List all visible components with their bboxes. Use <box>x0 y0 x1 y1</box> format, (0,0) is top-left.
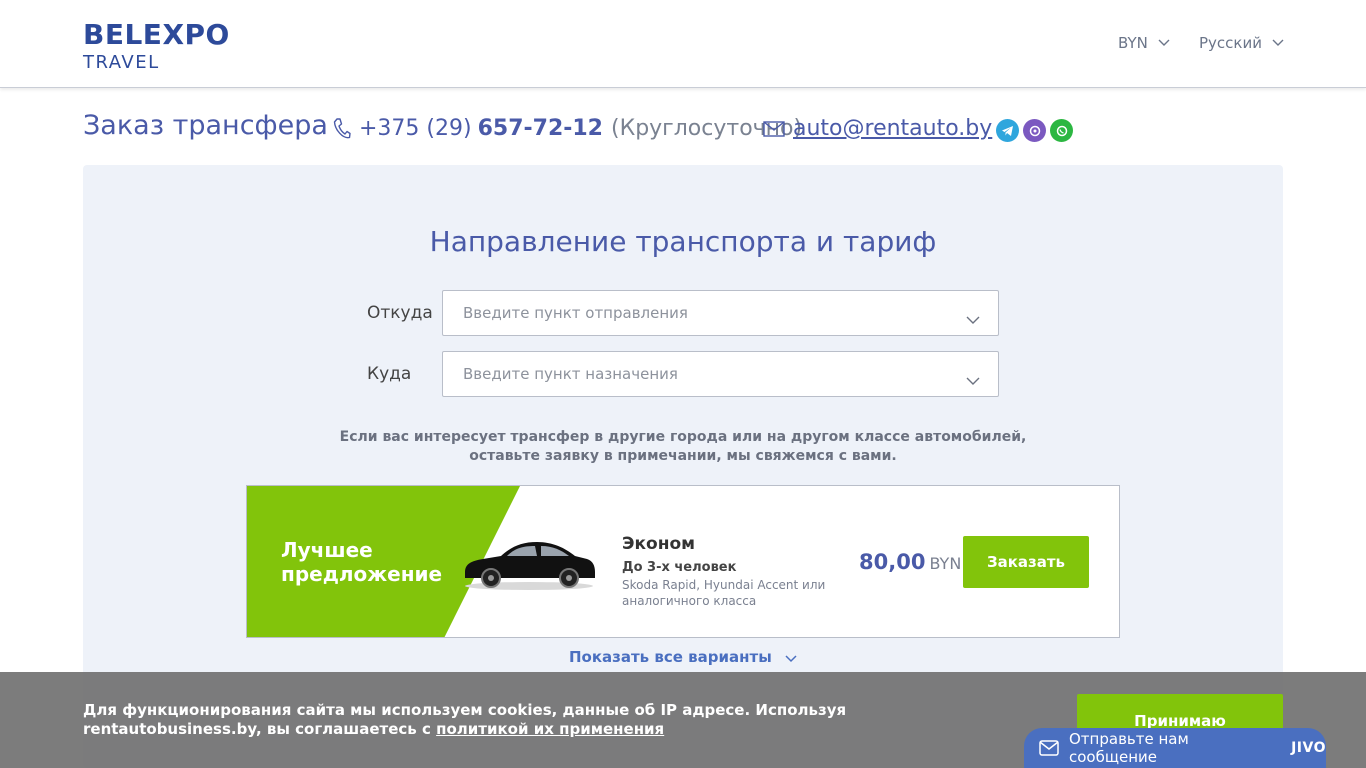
best-offer-card: Лучшее предложение Эконом До 3-х человек… <box>246 485 1120 638</box>
show-all-label: Показать все варианты <box>568 648 772 666</box>
currency-selector[interactable]: BYN <box>1118 34 1170 52</box>
best-offer-line-2: предложение <box>281 562 443 586</box>
car-image <box>461 534 597 592</box>
phone-number: 657-72-12 <box>477 116 603 141</box>
car-class-name: Эконом <box>622 534 696 554</box>
telegram-icon[interactable] <box>996 119 1019 142</box>
cookie-text: Для функционирования сайта мы используем… <box>83 701 903 739</box>
best-offer-label: Лучшее предложение <box>281 538 442 586</box>
section-title: Направление транспорта и тариф <box>429 225 937 258</box>
page-title: Заказ трансфера <box>83 110 328 141</box>
to-placeholder: Введите пункт назначения <box>463 365 678 383</box>
chevron-down-icon <box>966 309 980 328</box>
offer-price: 80,00 BYN <box>859 550 961 574</box>
to-label: Куда <box>367 364 412 384</box>
currency-value: BYN <box>1118 34 1148 52</box>
messenger-links <box>996 119 1073 142</box>
phone-contact[interactable]: +375 (29) 657-72-12 (Круглосуточно) <box>333 116 802 141</box>
chevron-down-icon <box>1158 39 1170 47</box>
transfer-hint: Если вас интересует трансфер в другие го… <box>83 428 1283 466</box>
logo-wordmark: BELEXPO <box>83 18 230 51</box>
order-button[interactable]: Заказать <box>963 536 1089 588</box>
from-label: Откуда <box>367 303 433 323</box>
language-selector[interactable]: Русский <box>1199 34 1284 52</box>
email-contact: auto@rentauto.by <box>763 116 992 141</box>
show-all-options-link[interactable]: Показать все варианты <box>83 648 1283 667</box>
chevron-down-icon <box>966 370 980 389</box>
from-placeholder: Введите пункт отправления <box>463 304 688 322</box>
chat-widget[interactable]: Отправьте нам сообщение JIVO <box>1024 728 1326 768</box>
chevron-down-icon <box>785 649 797 667</box>
hint-line-1: Если вас интересует трансфер в другие го… <box>339 429 1027 445</box>
best-offer-line-1: Лучшее <box>281 538 373 562</box>
viber-icon[interactable] <box>1023 119 1046 142</box>
phone-icon <box>333 117 351 140</box>
mail-icon <box>1039 740 1059 756</box>
jivo-logo: JIVO <box>1291 740 1326 756</box>
chevron-down-icon <box>1272 39 1284 47</box>
price-currency: BYN <box>929 554 962 573</box>
to-select[interactable]: Введите пункт назначения <box>442 351 999 397</box>
site-header: BELEXPO TRAVEL BYN Русский <box>0 0 1366 88</box>
mail-icon <box>763 120 785 137</box>
car-models: Skoda Rapid, Hyundai Accent или аналогич… <box>622 578 826 608</box>
language-value: Русский <box>1199 34 1262 52</box>
car-capacity: До 3-х человек <box>622 560 737 575</box>
belexpo-logo[interactable]: BELEXPO TRAVEL <box>83 16 238 74</box>
hint-line-2: оставьте заявку в примечании, мы свяжемс… <box>469 448 897 464</box>
phone-prefix: +375 (29) <box>359 116 472 141</box>
price-value: 80,00 <box>859 550 926 574</box>
whatsapp-icon[interactable] <box>1050 119 1073 142</box>
email-link[interactable]: auto@rentauto.by <box>793 116 992 141</box>
logo-subtitle: TRAVEL <box>83 52 160 73</box>
title-row: Заказ трансфера +375 (29) 657-72-12 (Кру… <box>83 108 1283 152</box>
from-select[interactable]: Введите пункт отправления <box>442 290 999 336</box>
chat-label: Отправьте нам сообщение <box>1069 730 1189 766</box>
cookie-policy-link[interactable]: политикой их применения <box>436 720 664 738</box>
